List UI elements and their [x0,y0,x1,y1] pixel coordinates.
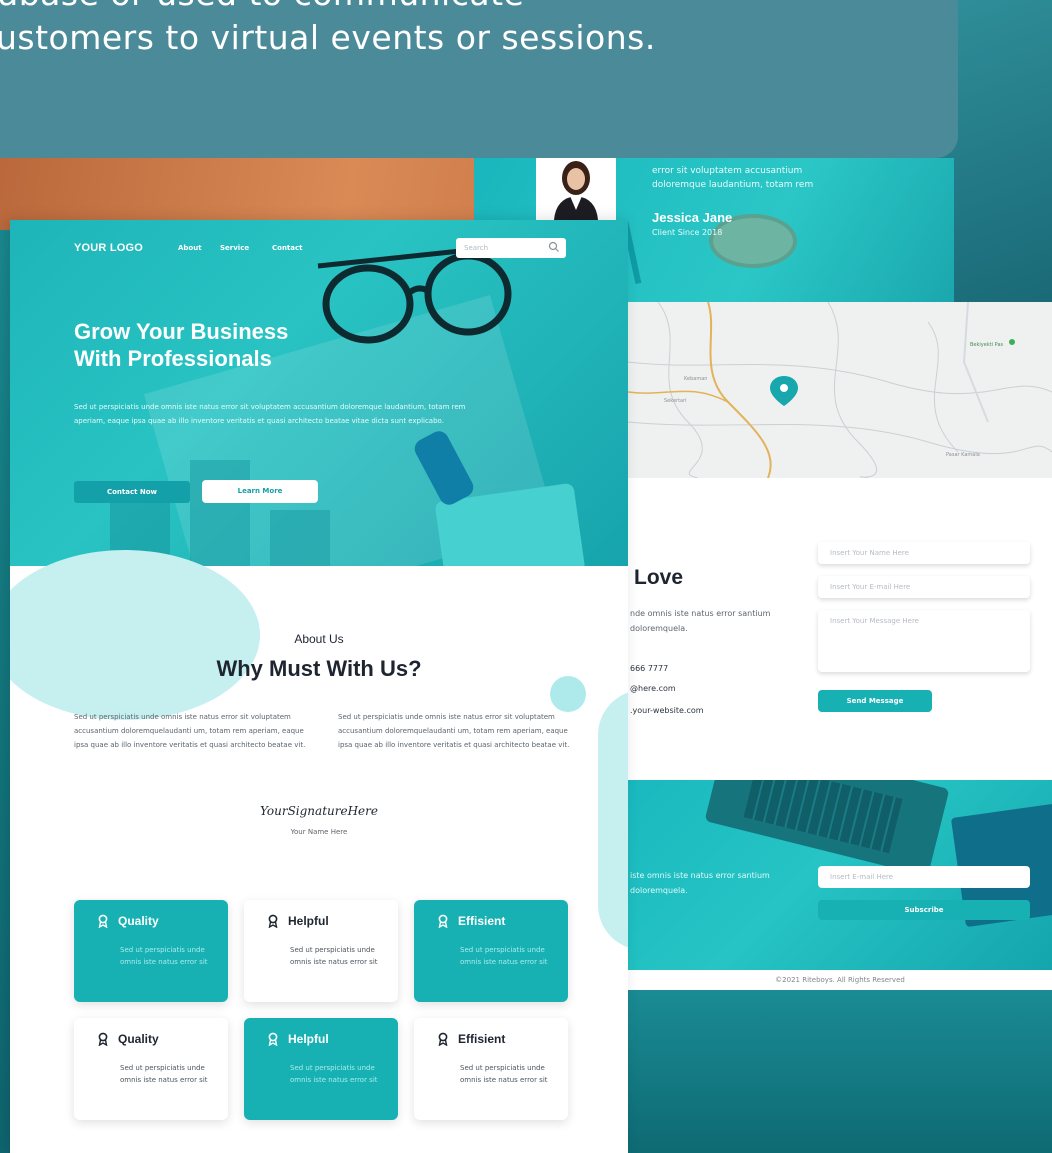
signature-name: Your Name Here [290,828,348,836]
award-icon [268,914,278,928]
blob-decoration-right [598,690,628,950]
search-placeholder: Search [464,244,489,252]
search-icon[interactable] [548,241,560,253]
contact-section: Love nde omnis iste natus error santium … [628,478,1052,780]
learn-more-button[interactable]: Learn More [202,480,318,503]
newsletter-section: iste omnis iste natus error santium dolo… [628,780,1052,970]
feature-card-effisient-2[interactable]: Effisient Sed ut perspiciatis unde omnis… [414,1018,568,1120]
hero-title-line1: Grow Your Business [74,319,289,344]
contact-website[interactable]: .your-website.com [630,706,704,715]
card-body: Sed ut perspiciatis unde omnis iste natu… [460,1064,548,1084]
testimonial-since: Client Since 2018 [652,228,723,237]
card-body: Sed ut perspiciatis unde omnis iste natu… [120,1064,208,1084]
about-title: Why Must With Us? [216,656,422,681]
contact-description: nde omnis iste natus error santium dolor… [630,609,771,633]
contact-phone: 666 7777 [630,664,669,673]
card-title: Effisient [458,914,506,928]
search-input[interactable]: Search [456,238,566,258]
name-field[interactable]: Insert Your Name Here [818,542,1030,564]
card-body: Sed ut perspiciatis unde omnis iste natu… [460,946,548,966]
subscribe-button[interactable]: Subscribe [818,900,1030,920]
map-pin-icon[interactable] [770,376,798,406]
hero-description: Sed ut perspiciatis unde omnis iste natu… [74,403,466,425]
bars-decoration [110,460,330,566]
nav-service[interactable]: Service [220,244,249,252]
award-icon [98,1032,108,1046]
testimonial-text: error sit voluptatem accusantium dolorem… [652,166,814,190]
card-body: Sed ut perspiciatis unde omnis iste natu… [290,1064,378,1084]
footer-copyright: ©2021 Riteboys. All Rights Reserved [628,970,1052,990]
map-label-2: Sekertari [664,398,687,404]
contact-title: Love [634,566,684,589]
website-mockup-main: YOUR LOGO About Service Contact Search G… [10,220,628,1153]
map-label-3: Pasar Kamala [946,452,980,458]
contact-email[interactable]: @here.com [630,684,676,693]
card-title: Effisient [458,1032,506,1046]
card-body: Sed ut perspiciatis unde omnis iste natu… [120,946,208,966]
map-canvas: Kebaman Sekertari Pasar Kamala Bekiyekti… [628,302,1052,478]
map-label-4: Bekiyekti Pas [970,342,1004,348]
testimonial-name: Jessica Jane [652,210,733,225]
award-icon [268,1032,278,1046]
site-logo[interactable]: YOUR LOGO [74,242,143,254]
newsletter-email-field[interactable]: Insert E-mail Here [818,866,1030,888]
newsletter-text: iste omnis iste natus error santium dolo… [630,871,770,895]
map-section[interactable]: Kebaman Sekertari Pasar Kamala Bekiyekti… [628,302,1052,478]
card-title: Quality [118,914,159,928]
card-title: Quality [118,1032,159,1046]
card-title: Helpful [288,1032,329,1046]
card-title: Helpful [288,914,329,928]
background-teal-bottom [628,990,1052,1153]
message-field[interactable]: Insert Your Message Here [818,610,1030,672]
caption-line-2: ustomers to virtual events or sessions. [0,18,656,57]
feature-card-effisient[interactable]: Effisient Sed ut perspiciatis unde omnis… [414,900,568,1002]
about-text-right: Sed ut perspiciatis unde omnis iste natu… [338,713,570,749]
about-text-left: Sed ut perspiciatis unde omnis iste natu… [74,713,306,749]
map-label-1: Kebaman [684,376,707,382]
nav-about[interactable]: About [178,244,202,252]
award-icon [438,914,448,928]
about-label: About Us [294,632,344,646]
hero-title-line2: With Professionals [74,346,272,371]
contact-now-button[interactable]: Contact Now [74,481,190,503]
nav-contact[interactable]: Contact [272,244,303,252]
caption-line-1: abase or used to communicate [0,0,524,13]
award-icon [98,914,108,928]
feature-card-helpful-2[interactable]: Helpful Sed ut perspiciatis unde omnis i… [244,1018,398,1120]
hero-section: YOUR LOGO About Service Contact Search G… [10,220,628,566]
send-message-button[interactable]: Send Message [818,690,932,712]
person-avatar [554,161,598,220]
testimonial-photo [536,158,616,220]
card-body: Sed ut perspiciatis unde omnis iste natu… [290,946,378,966]
feature-card-quality-2[interactable]: Quality Sed ut perspiciatis unde omnis i… [74,1018,228,1120]
feature-card-helpful[interactable]: Helpful Sed ut perspiciatis unde omnis i… [244,900,398,1002]
award-icon [438,1032,448,1046]
signature: YourSignatureHere [260,804,378,818]
caption-box: abase or used to communicate ustomers to… [0,0,958,158]
hero-title: Grow Your Business With Professionals [74,318,288,372]
email-field[interactable]: Insert Your E-mail Here [818,576,1030,598]
feature-card-quality[interactable]: Quality Sed ut perspiciatis unde omnis i… [74,900,228,1002]
